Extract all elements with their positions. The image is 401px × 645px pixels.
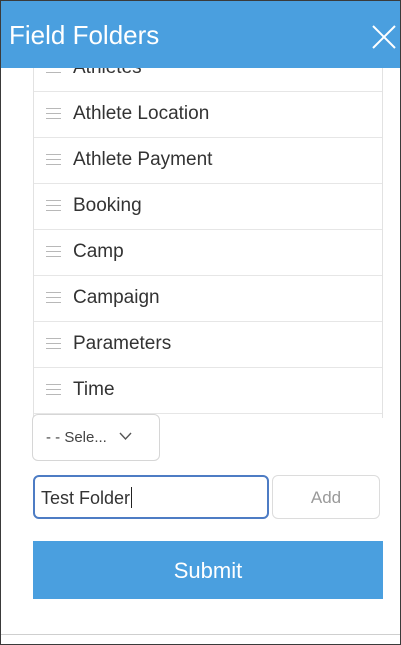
folder-item[interactable]: Athlete Location	[34, 92, 382, 138]
folder-label: Athlete Payment	[73, 149, 213, 170]
add-button[interactable]: Add	[272, 475, 380, 519]
text-caret	[131, 487, 133, 508]
dialog-header: Field Folders	[1, 1, 400, 68]
folder-label: Athlete Location	[73, 103, 210, 124]
folder-item[interactable]: Camp	[34, 230, 382, 276]
folder-item[interactable]: Parameters	[34, 322, 382, 368]
select-value: - - Sele...	[46, 429, 107, 446]
folder-item[interactable]: Athlete Payment	[34, 138, 382, 184]
drag-handle-icon[interactable]	[46, 246, 61, 258]
submit-label: Submit	[173, 558, 243, 583]
drag-handle-icon[interactable]	[46, 292, 61, 304]
folder-label: Time	[73, 379, 115, 400]
drag-handle-icon[interactable]	[46, 384, 61, 396]
folder-item[interactable]: Athletes	[34, 68, 382, 92]
footer-divider	[1, 634, 400, 635]
folder-label: Camp	[73, 241, 124, 262]
drag-handle-icon[interactable]	[46, 338, 61, 350]
drag-handle-icon[interactable]	[46, 108, 61, 120]
close-button[interactable]	[370, 23, 398, 51]
field-folders-dialog: Field Folders Athletes Athlete Location …	[0, 0, 401, 645]
drag-handle-icon[interactable]	[46, 154, 61, 166]
dialog-title: Field Folders	[9, 20, 160, 50]
drag-handle-icon[interactable]	[46, 200, 61, 212]
folder-label: Athletes	[73, 68, 142, 80]
folder-label: Booking	[73, 195, 142, 216]
folder-name-input[interactable]: Test Folder	[33, 475, 269, 519]
folder-item[interactable]: Time	[34, 368, 382, 414]
submit-button[interactable]: Submit	[33, 541, 383, 599]
drag-handle-icon[interactable]	[46, 68, 61, 74]
input-value: Test Folder	[41, 488, 131, 508]
parent-folder-select[interactable]: - - Sele...	[32, 414, 160, 461]
folder-label: Campaign	[73, 287, 160, 308]
folder-label: Parameters	[73, 333, 172, 354]
chevron-down-icon	[119, 432, 132, 441]
folder-item[interactable]: Campaign	[34, 276, 382, 322]
folder-item[interactable]: Booking	[34, 184, 382, 230]
close-icon	[372, 25, 396, 49]
add-label: Add	[310, 488, 342, 507]
folder-list[interactable]: Athletes Athlete Location Athlete Paymen…	[33, 68, 383, 418]
